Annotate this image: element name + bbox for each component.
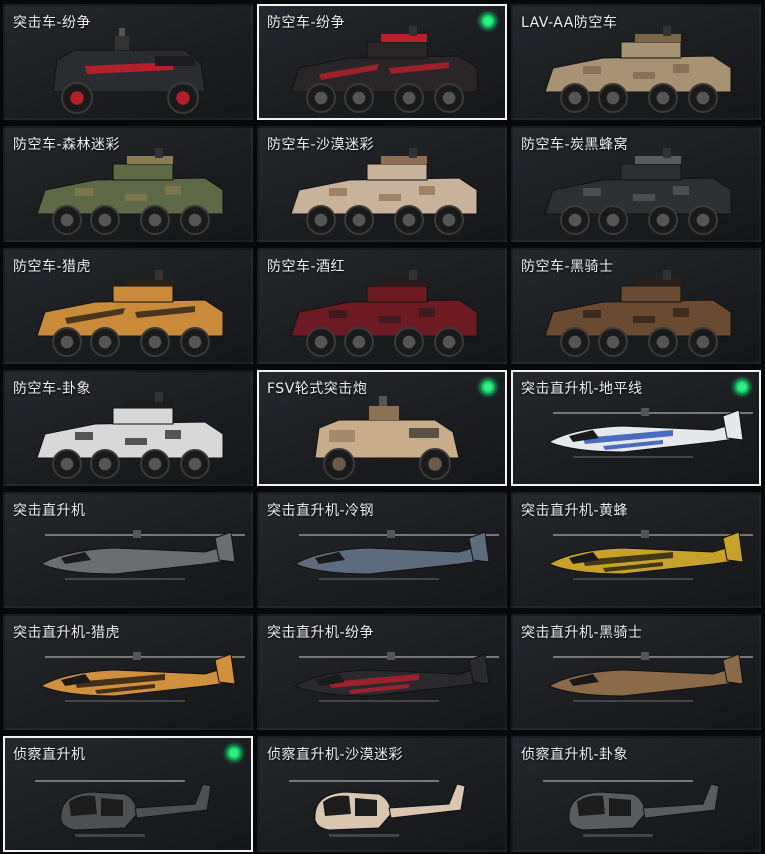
vehicle-skin-card[interactable]: 侦察直升机-沙漠迷彩: [257, 736, 507, 852]
vehicle-skin-name: 防空车-沙漠迷彩: [267, 137, 375, 153]
vehicle-skin-card[interactable]: 突击直升机-黄蜂: [511, 492, 761, 608]
vehicle-skin-card[interactable]: FSV轮式突击炮: [257, 370, 507, 486]
vehicle-skin-card[interactable]: 防空车-酒红: [257, 248, 507, 364]
vehicle-skin-name: 侦察直升机-卦象: [521, 747, 629, 763]
vehicle-skin-name: 侦察直升机-沙漠迷彩: [267, 747, 404, 763]
vehicle-skin-card[interactable]: 防空车-黑骑士: [511, 248, 761, 364]
vehicle-skin-card[interactable]: 突击直升机: [3, 492, 253, 608]
vehicle-skin-card[interactable]: LAV-AA防空车: [511, 4, 761, 120]
vehicle-skin-name: 突击直升机-黄蜂: [521, 503, 629, 519]
vehicle-skin-name: 突击直升机-猎虎: [13, 625, 121, 641]
vehicle-skin-card[interactable]: 突击直升机-纷争: [257, 614, 507, 730]
vehicle-skin-name: 突击直升机-冷钢: [267, 503, 375, 519]
vehicle-skin-card[interactable]: 突击直升机-冷钢: [257, 492, 507, 608]
vehicle-skin-card[interactable]: 防空车-猎虎: [3, 248, 253, 364]
equipped-indicator-icon: [480, 13, 496, 29]
vehicle-skin-name: 防空车-酒红: [267, 259, 346, 275]
equipped-indicator-icon: [226, 745, 242, 761]
vehicle-skin-name: 防空车-纷争: [267, 15, 346, 31]
vehicle-skin-name: 防空车-猎虎: [13, 259, 92, 275]
vehicle-skin-name: 突击直升机-地平线: [521, 381, 643, 397]
vehicle-skin-card[interactable]: 侦察直升机: [3, 736, 253, 852]
vehicle-skin-name: FSV轮式突击炮: [267, 381, 368, 397]
vehicle-skin-name: 突击车-纷争: [13, 15, 92, 31]
vehicle-skin-card[interactable]: 突击直升机-地平线: [511, 370, 761, 486]
vehicle-skin-name: 防空车-炭黑蜂窝: [521, 137, 629, 153]
vehicle-skin-card[interactable]: 防空车-卦象: [3, 370, 253, 486]
vehicle-skin-card[interactable]: 突击直升机-黑骑士: [511, 614, 761, 730]
vehicle-skin-name: 防空车-森林迷彩: [13, 137, 121, 153]
equipped-indicator-icon: [734, 379, 750, 395]
vehicle-skin-name: 防空车-黑骑士: [521, 259, 614, 275]
vehicle-skin-name: 侦察直升机: [13, 747, 86, 763]
vehicle-skin-card[interactable]: 突击车-纷争: [3, 4, 253, 120]
vehicle-skin-card[interactable]: 防空车-森林迷彩: [3, 126, 253, 242]
vehicle-skin-grid: 突击车-纷争 防空车-纷争 LAV-AA防空车 防空车-森林迷彩 防空车-沙漠迷…: [3, 4, 761, 852]
vehicle-skin-card[interactable]: 防空车-炭黑蜂窝: [511, 126, 761, 242]
vehicle-skin-name: LAV-AA防空车: [521, 15, 618, 31]
vehicle-skin-card[interactable]: 侦察直升机-卦象: [511, 736, 761, 852]
vehicle-skin-card[interactable]: 防空车-沙漠迷彩: [257, 126, 507, 242]
vehicle-skin-name: 突击直升机-纷争: [267, 625, 375, 641]
vehicle-skin-card[interactable]: 突击直升机-猎虎: [3, 614, 253, 730]
equipped-indicator-icon: [480, 379, 496, 395]
vehicle-skin-name: 防空车-卦象: [13, 381, 92, 397]
vehicle-skin-card[interactable]: 防空车-纷争: [257, 4, 507, 120]
vehicle-skin-name: 突击直升机-黑骑士: [521, 625, 643, 641]
vehicle-skin-name: 突击直升机: [13, 503, 86, 519]
